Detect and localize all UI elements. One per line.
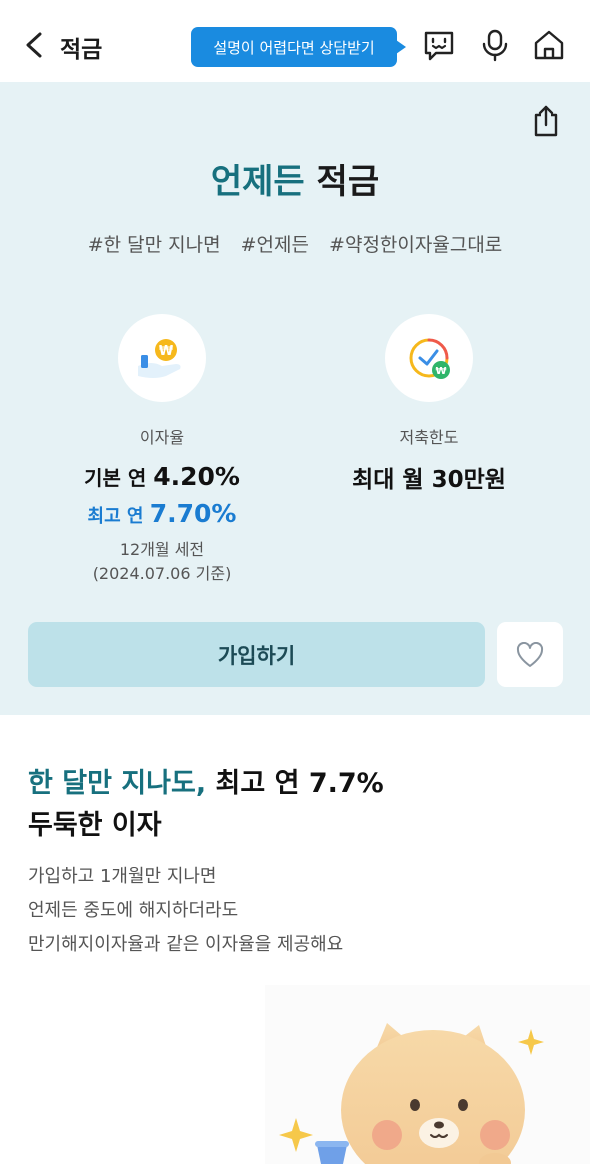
description-line: 만기해지이자율과 같은 이자율을 제공해요 xyxy=(28,934,344,955)
max-rate-value: 7.70% xyxy=(149,499,237,528)
interest-rate-feature: ₩ 이자율 기본 연 4.20% 최고 연 7.70% 12개월 세전 (202… xyxy=(42,314,282,586)
feature-headline: 한 달만 지나도, 최고 연 7.7% 두둑한 이자 xyxy=(28,763,384,847)
interest-rate-label: 이자율 xyxy=(139,428,185,447)
hashtag: #언제든 xyxy=(240,234,309,256)
feature-description: 가입하고 1개월만 지나면 언제든 중도에 해지하더라도 만기해지이자율과 같은… xyxy=(28,860,343,962)
product-title: 언제든 적금 xyxy=(0,154,590,203)
share-icon[interactable] xyxy=(531,104,561,138)
coin-hand-icon: ₩ xyxy=(118,314,206,402)
hashtag-list: #한 달만 지나면 #언제든 #약정한이자율그대로 xyxy=(0,230,590,257)
base-rate-value: 4.20% xyxy=(153,462,240,491)
headline-rest: 최고 연 7.7% xyxy=(206,768,384,799)
max-rate-prefix: 최고 연 xyxy=(87,506,150,527)
join-button[interactable]: 가입하기 xyxy=(28,622,485,687)
saving-limit-label: 저축한도 xyxy=(399,428,459,447)
favorite-button[interactable] xyxy=(497,622,563,687)
mascot-illustration xyxy=(265,985,590,1164)
svg-text:₩: ₩ xyxy=(159,344,174,359)
back-icon[interactable] xyxy=(22,30,48,60)
rate-term: 12개월 세전 xyxy=(119,540,205,559)
base-rate-prefix: 기본 연 xyxy=(84,466,154,490)
top-app-bar: 적금 설명이 어렵다면 상담받기 xyxy=(0,0,590,82)
saving-limit-feature: ₩ 저축한도 최대 월 30만원 xyxy=(309,314,549,494)
hashtag: #한 달만 지나면 xyxy=(87,234,221,256)
headline-line2: 두둑한 이자 xyxy=(28,810,162,841)
home-icon[interactable] xyxy=(532,28,566,62)
page-title: 적금 xyxy=(60,37,103,63)
consult-help-button[interactable]: 설명이 어렵다면 상담받기 xyxy=(191,27,406,67)
rate-note: 12개월 세전 (2024.07.06 기준) xyxy=(42,538,282,586)
max-rate: 최고 연 7.70% xyxy=(42,499,282,528)
mic-icon[interactable] xyxy=(478,28,512,62)
description-line: 언제든 중도에 해지하더라도 xyxy=(28,900,239,921)
headline-accent: 한 달만 지나도, xyxy=(28,768,207,799)
heart-icon xyxy=(516,641,544,667)
chatbot-icon[interactable] xyxy=(422,28,456,62)
product-title-accent: 언제든 xyxy=(210,162,305,202)
saving-limit-value: 최대 월 30만원 xyxy=(352,467,506,493)
base-rate: 기본 연 4.20% xyxy=(42,462,282,491)
rate-date-note: (2024.07.06 기준) xyxy=(92,564,232,583)
svg-text:₩: ₩ xyxy=(435,366,446,377)
description-line: 가입하고 1개월만 지나면 xyxy=(28,866,217,887)
product-hero: 언제든 적금 #한 달만 지나면 #언제든 #약정한이자율그대로 ₩ 이자율 기… xyxy=(0,82,590,715)
product-title-rest: 적금 xyxy=(304,162,380,202)
hashtag: #약정한이자율그대로 xyxy=(329,234,503,256)
clock-check-icon: ₩ xyxy=(385,314,473,402)
